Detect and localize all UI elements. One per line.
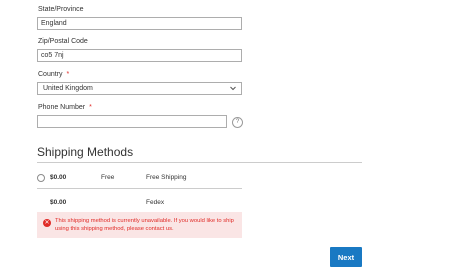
shipping-method-row[interactable]: $0.00 Free Free Shipping bbox=[37, 171, 242, 185]
state-label: State/Province bbox=[38, 6, 84, 13]
next-button[interactable]: Next bbox=[330, 247, 362, 267]
carrier-title: Free Shipping bbox=[146, 174, 187, 181]
country-label-text: Country bbox=[38, 71, 63, 78]
method-price: $0.00 bbox=[50, 199, 67, 206]
phone-input[interactable] bbox=[37, 115, 227, 128]
zip-label-text: Zip/Postal Code bbox=[38, 38, 88, 45]
shipping-methods-title: Shipping Methods bbox=[37, 145, 134, 159]
row-divider bbox=[37, 188, 242, 189]
shipping-error-message: ✕ This shipping method is currently unav… bbox=[37, 212, 242, 238]
state-input[interactable]: England bbox=[37, 17, 242, 30]
zip-input[interactable]: co5 7nj bbox=[37, 49, 242, 62]
state-label-text: State/Province bbox=[38, 6, 84, 13]
phone-label-text: Phone Number bbox=[38, 104, 86, 111]
carrier-title: Fedex bbox=[146, 199, 165, 206]
error-message-text: This shipping method is currently unavai… bbox=[55, 218, 234, 232]
error-icon: ✕ bbox=[43, 219, 51, 227]
chevron-down-icon bbox=[230, 86, 236, 91]
checkout-shipping-page: State/Province England Zip/Postal Code c… bbox=[0, 0, 474, 280]
country-select[interactable]: United Kingdom bbox=[37, 82, 242, 95]
shipping-method-row: $0.00 Fedex bbox=[37, 196, 242, 210]
required-asterisk: * bbox=[66, 71, 70, 78]
method-title: Free bbox=[101, 174, 115, 181]
zip-label: Zip/Postal Code bbox=[38, 38, 88, 45]
section-divider bbox=[37, 162, 362, 163]
phone-label: Phone Number * bbox=[38, 104, 92, 111]
country-label: Country * bbox=[38, 71, 69, 78]
method-price: $0.00 bbox=[50, 174, 67, 181]
help-tooltip-icon[interactable]: ? bbox=[232, 117, 243, 128]
country-select-value: United Kingdom bbox=[43, 85, 93, 92]
required-asterisk: * bbox=[89, 104, 92, 111]
